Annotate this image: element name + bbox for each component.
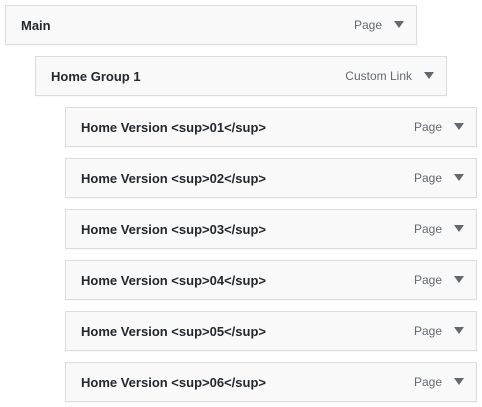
menu-item-title: Home Version <sup>04</sup>	[81, 272, 266, 288]
arrow-down-icon[interactable]	[442, 108, 476, 146]
menu-item-type: Page	[353, 18, 382, 32]
arrow-down-icon[interactable]	[382, 6, 416, 44]
menu-item-title: Home Version <sup>05</sup>	[81, 323, 266, 339]
menu-item-home-group-1[interactable]: Home Group 1 Custom Link	[35, 56, 447, 96]
menu-item-type: Page	[413, 171, 442, 185]
menu-item-title: Home Version <sup>06</sup>	[81, 374, 266, 390]
menu-item-title: Home Version <sup>02</sup>	[81, 170, 266, 186]
menu-item-home-version-01[interactable]: Home Version <sup>01</sup> Page	[65, 107, 477, 147]
arrow-down-icon[interactable]	[442, 159, 476, 197]
arrow-down-icon[interactable]	[442, 210, 476, 248]
menu-item-home-version-04[interactable]: Home Version <sup>04</sup> Page	[65, 260, 477, 300]
arrow-down-icon[interactable]	[412, 57, 446, 95]
menu-item-home-version-02[interactable]: Home Version <sup>02</sup> Page	[65, 158, 477, 198]
menu-item-title: Main	[21, 17, 51, 33]
menu-item-title: Home Group 1	[51, 68, 141, 84]
menu-item-title: Home Version <sup>01</sup>	[81, 119, 266, 135]
menu-item-home-version-03[interactable]: Home Version <sup>03</sup> Page	[65, 209, 477, 249]
menu-item-type: Page	[413, 324, 442, 338]
menu-item-main[interactable]: Main Page	[5, 5, 417, 45]
menu-item-type: Page	[413, 120, 442, 134]
menu-item-type: Page	[413, 375, 442, 389]
menu-item-type: Page	[413, 273, 442, 287]
arrow-down-icon[interactable]	[442, 363, 476, 401]
arrow-down-icon[interactable]	[442, 312, 476, 350]
menu-item-type: Custom Link	[345, 69, 412, 83]
arrow-down-icon[interactable]	[442, 261, 476, 299]
menu-item-home-version-06[interactable]: Home Version <sup>06</sup> Page	[65, 362, 477, 402]
menu-item-type: Page	[413, 222, 442, 236]
menu-item-home-version-05[interactable]: Home Version <sup>05</sup> Page	[65, 311, 477, 351]
menu-item-title: Home Version <sup>03</sup>	[81, 221, 266, 237]
